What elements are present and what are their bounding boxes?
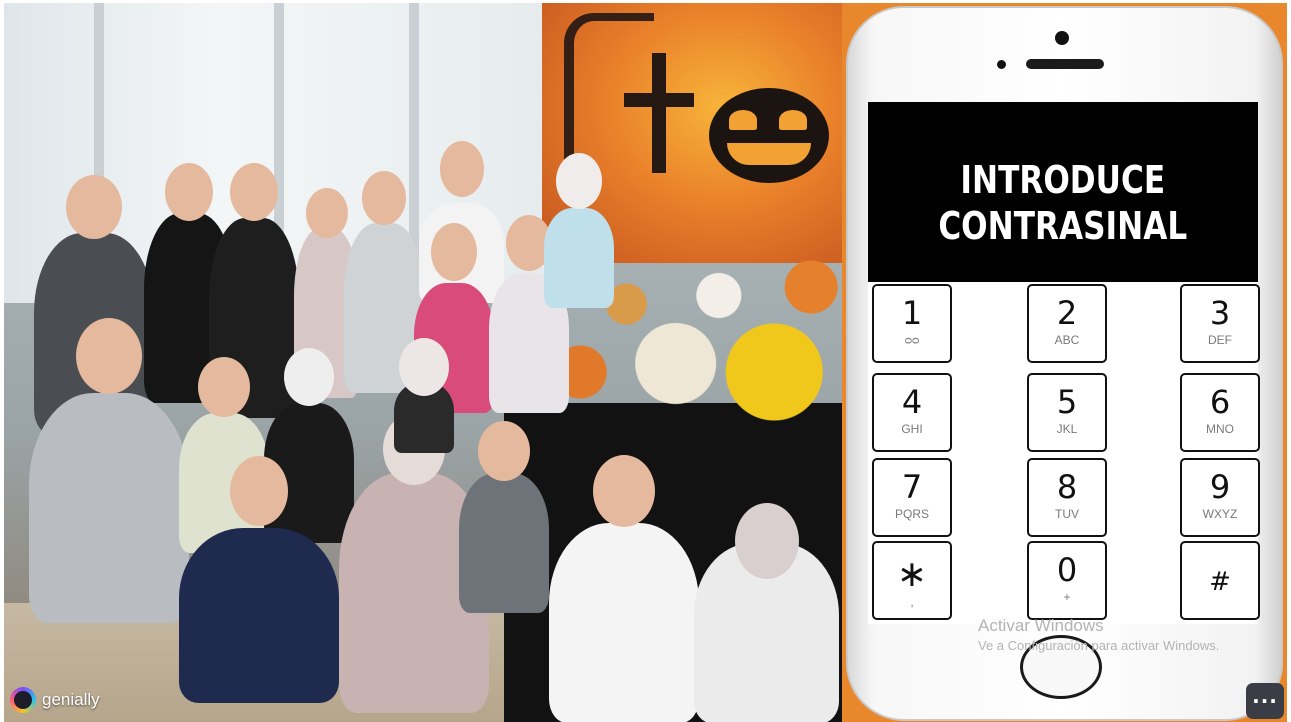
key-letters: ᴑᴑ (904, 333, 920, 347)
key-6[interactable]: 6 MNO (1180, 373, 1260, 452)
key-digit: 1 (901, 294, 923, 332)
key-4[interactable]: 4 GHI (872, 373, 952, 452)
key-letters: JKL (1056, 422, 1078, 436)
child (694, 503, 839, 722)
key-letters: ABC (1054, 333, 1080, 347)
key-8[interactable]: 8 TUV (1027, 458, 1107, 537)
key-letters: + (1063, 590, 1071, 604)
sensor-icon (997, 60, 1006, 69)
key-digit: 4 (901, 383, 923, 421)
key-letters: TUV (1055, 507, 1079, 521)
key-digit: 2 (1056, 294, 1078, 332)
key-letters: MNO (1206, 422, 1234, 436)
windows-activation-text: Ve a Configuración para activar Windows. (978, 638, 1220, 653)
key-9[interactable]: 9 WXYZ (1180, 458, 1260, 537)
key-letters: WXYZ (1202, 507, 1238, 521)
more-options-button[interactable]: ··· (1246, 683, 1284, 719)
windows-activation-title: Activar Windows (978, 616, 1104, 635)
key-7[interactable]: 7 PQRS (872, 458, 952, 537)
brand-name: genially (42, 690, 100, 709)
child (394, 338, 454, 453)
key-letters: DEF (1208, 333, 1232, 347)
key-digit: 0 (1056, 551, 1078, 589)
speaker-grille (1026, 59, 1104, 69)
key-digit: 3 (1209, 294, 1231, 332)
password-header: INTRODUCE CONTRASINAL (868, 102, 1258, 282)
key-digit: ∗ (896, 554, 928, 595)
key-5[interactable]: 5 JKL (1027, 373, 1107, 452)
key-star[interactable]: ∗, (872, 541, 952, 620)
key-digit: 8 (1056, 468, 1078, 506)
key-digit: 7 (901, 468, 923, 506)
key-2[interactable]: 2 ABC (1027, 284, 1107, 363)
key-digit: 5 (1056, 383, 1078, 421)
genially-brand[interactable]: genially (10, 687, 100, 713)
cross-decoration (652, 53, 666, 173)
jack-o-lantern (709, 88, 829, 183)
key-letters: PQRS (894, 507, 929, 521)
key-0[interactable]: 0 + (1027, 541, 1107, 620)
halloween-photo (4, 3, 842, 722)
spooky-tree (564, 13, 654, 163)
cross-decoration (624, 93, 694, 107)
key-digit: # (1209, 567, 1231, 597)
key-hash[interactable]: # (1180, 541, 1260, 620)
key-digit: 9 (1209, 468, 1231, 506)
key-letters: GHI (901, 422, 923, 436)
child (179, 456, 339, 703)
key-digit: 6 (1209, 383, 1231, 421)
front-camera-icon (1055, 31, 1069, 45)
child (459, 421, 549, 613)
child (29, 318, 189, 623)
key-letters: , (910, 595, 914, 609)
password-title: INTRODUCE CONTRASINAL (938, 158, 1188, 248)
key-3[interactable]: 3 DEF (1180, 284, 1260, 363)
child (549, 455, 699, 722)
genially-logo-icon (10, 687, 36, 713)
child (544, 153, 614, 308)
key-1[interactable]: 1 ᴑᴑ (872, 284, 952, 363)
